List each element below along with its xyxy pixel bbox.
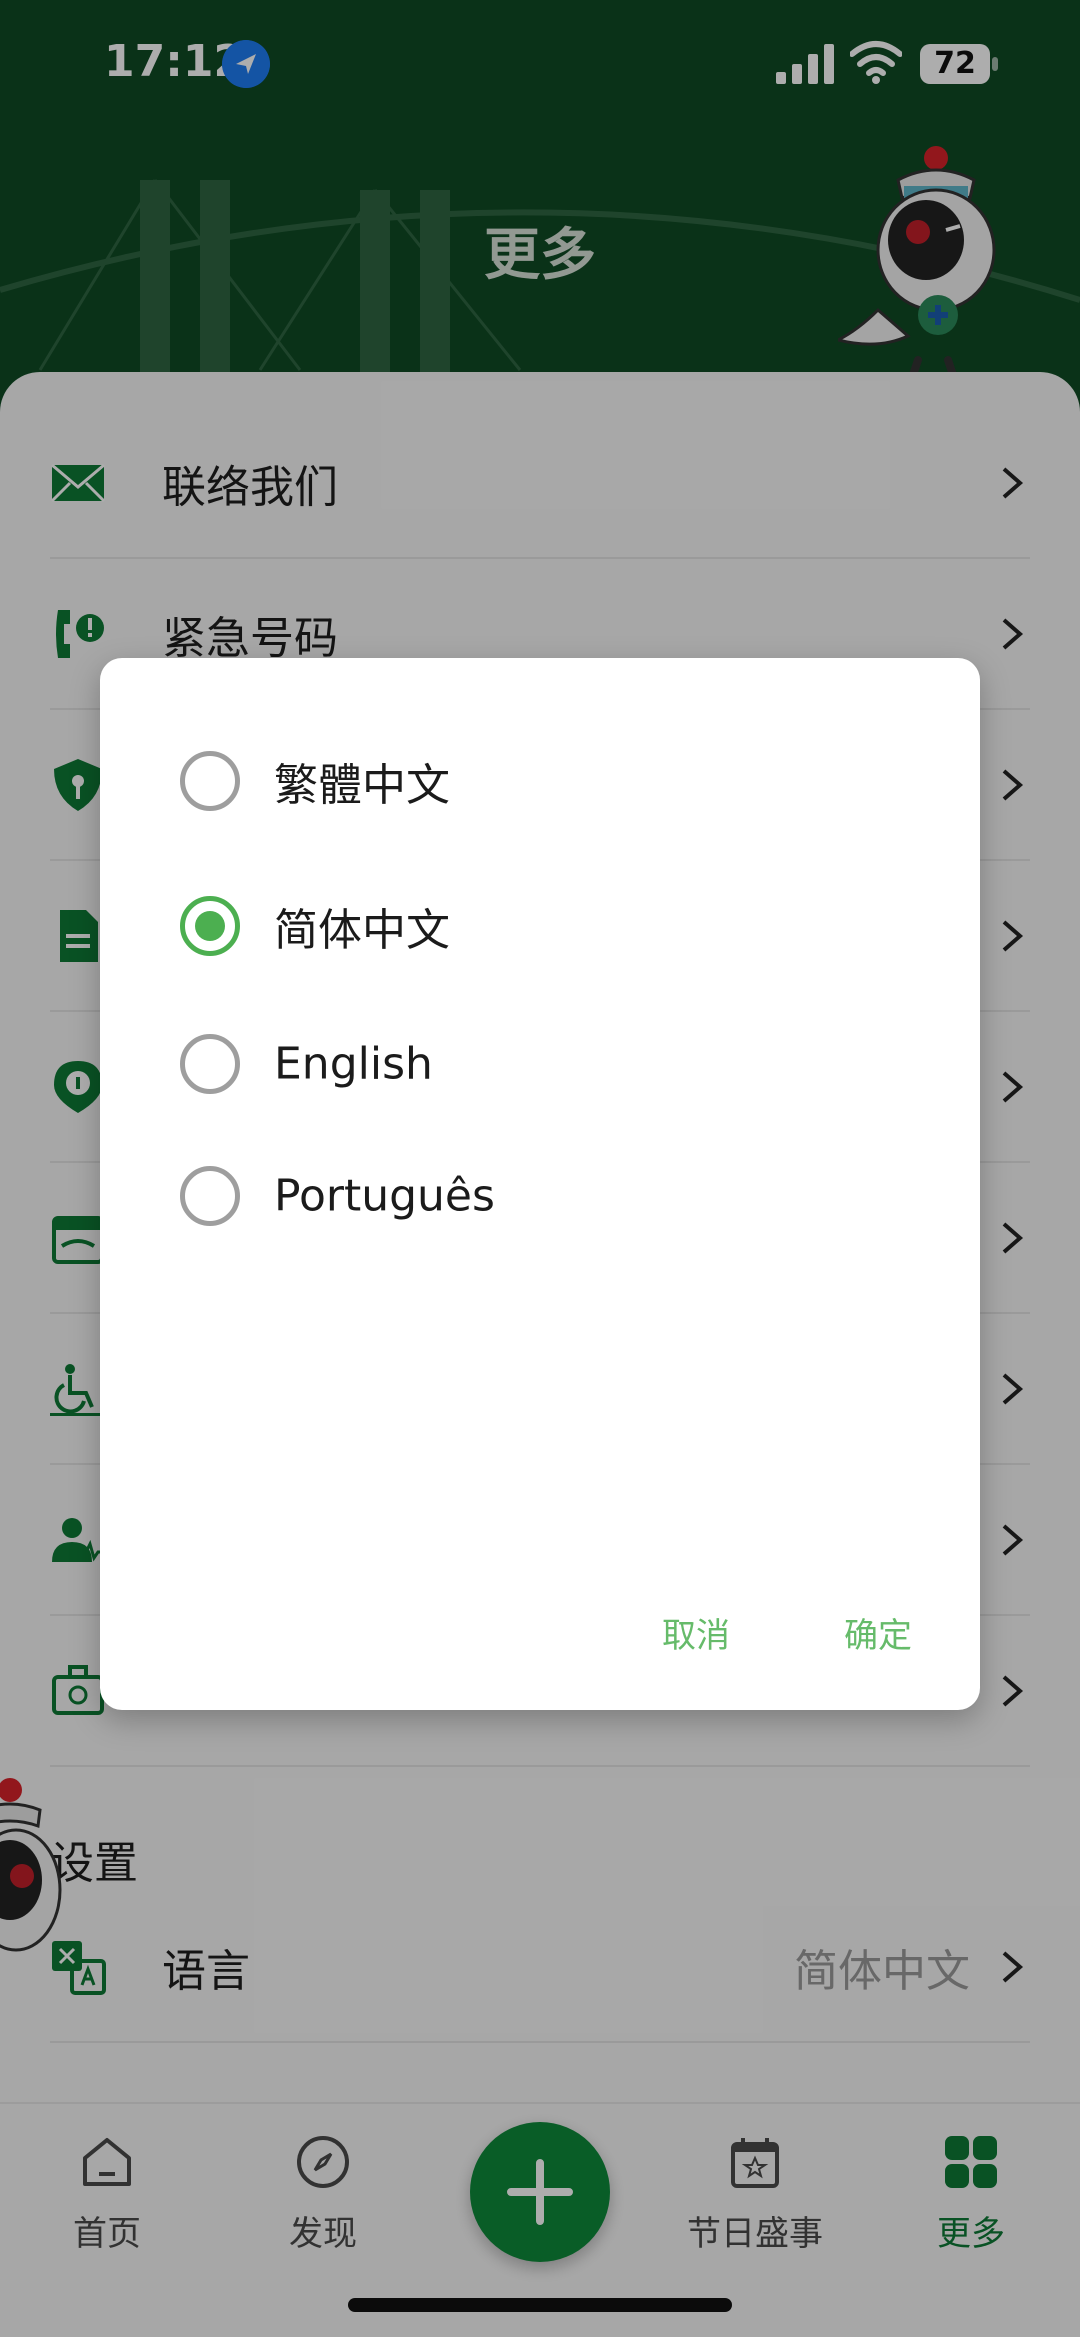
language-option-english[interactable]: English: [180, 1014, 900, 1114]
option-label: 繁體中文: [274, 760, 450, 811]
cancel-button[interactable]: 取消: [662, 1608, 730, 1657]
radio-button[interactable]: [180, 1166, 240, 1226]
radio-button[interactable]: [180, 1034, 240, 1094]
language-dialog: 繁體中文 简体中文 English Português 取消 确定: [100, 658, 980, 1710]
option-label: English: [274, 1038, 433, 1090]
option-label: 简体中文: [274, 905, 450, 956]
radio-button[interactable]: [180, 751, 240, 811]
language-option-simplified-chinese[interactable]: 简体中文: [180, 876, 900, 976]
modal-overlay[interactable]: 繁體中文 简体中文 English Português 取消 确定: [0, 0, 1080, 2337]
language-option-portuguese[interactable]: Português: [180, 1146, 900, 1246]
option-label: Português: [274, 1170, 495, 1222]
confirm-button[interactable]: 确定: [844, 1608, 912, 1657]
language-option-traditional-chinese[interactable]: 繁體中文: [180, 731, 900, 831]
radio-button-selected[interactable]: [180, 896, 240, 956]
